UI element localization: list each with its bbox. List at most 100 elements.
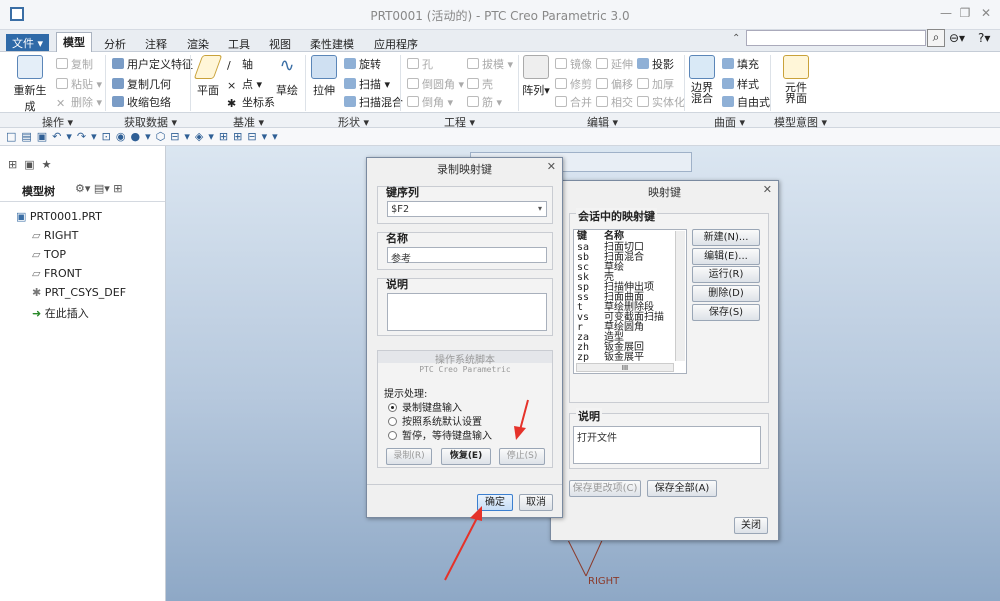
style-button[interactable]: 样式 xyxy=(722,76,759,92)
draft-button[interactable]: 拔模 ▾ xyxy=(467,56,513,72)
trim-button[interactable]: 修剪 xyxy=(555,76,592,92)
mapkey-list-group: 会话中的映射键 键 名称 sa 扫面切口 sb 扫面混合 sc 草绘 sk 壳 sp 扫描伸出项 s… xyxy=(569,208,769,403)
tab-model[interactable]: 模型 xyxy=(56,32,92,52)
mapkey-vscrollbar[interactable] xyxy=(675,231,685,361)
mapkey-list[interactable]: 键 名称 sa 扫面切口 sb 扫面混合 sc 草绘 sk 壳 sp 扫描伸出项 ss 扫面曲面 t 草绘… xyxy=(573,229,687,374)
restore-icon[interactable]: ❐ xyxy=(957,6,973,20)
name-input[interactable]: 参考 xyxy=(387,247,547,265)
copy-button[interactable]: 复制 xyxy=(56,56,93,72)
copy-icon xyxy=(56,58,68,69)
sketch-icon: ∿ xyxy=(279,55,295,76)
axis-button[interactable]: / 轴 xyxy=(227,56,253,72)
delete-button[interactable]: ✕ 删除 ▾ xyxy=(56,94,102,110)
description-textarea[interactable] xyxy=(387,293,547,331)
ribbon-group-labels: 操作 ▾ 获取数据 ▾ 基准 ▾ 形状 ▾ 工程 ▾ 编辑 ▾ 曲面 ▾ 模型意… xyxy=(0,112,1000,129)
pattern-button[interactable]: 阵列▾ xyxy=(522,55,550,98)
tab-annotate[interactable]: 注释 xyxy=(139,35,173,52)
swept-blend-button[interactable]: 扫描混合 xyxy=(344,94,403,110)
rib-button[interactable]: 筋 ▾ xyxy=(467,94,502,110)
extrude-icon xyxy=(311,55,337,79)
chamfer-button[interactable]: 倒角 ▾ xyxy=(407,94,453,110)
sweep-button[interactable]: 扫描 ▾ xyxy=(344,76,390,92)
merge-button[interactable]: 合并 xyxy=(555,94,592,110)
ptc-tab[interactable]: PTC Creo Parametric xyxy=(378,365,552,374)
mapkey-section-label: 会话中的映射键 xyxy=(576,208,657,224)
mapkey-row-key[interactable]: zp xyxy=(577,353,589,363)
save-changed-button[interactable]: 保存更改项(C) xyxy=(569,480,641,497)
revolve-button[interactable]: 旋转 xyxy=(344,56,381,72)
close-icon[interactable]: ✕ xyxy=(978,6,994,20)
intersect-button[interactable]: 相交 xyxy=(596,94,633,110)
sketch-button[interactable]: ∿ 草绘 xyxy=(273,55,301,98)
mapkey-desc-field[interactable]: 打开文件 xyxy=(573,426,761,464)
record-close-icon[interactable]: ✕ xyxy=(547,160,556,173)
plane-icon xyxy=(193,55,223,79)
help-icon[interactable]: ⊖▾ xyxy=(949,31,965,45)
extend-button[interactable]: 延伸 xyxy=(596,56,633,72)
mapkey-save-button[interactable]: 保存(S) xyxy=(692,304,760,321)
right-plane-label: RIGHT xyxy=(588,576,620,587)
freestyle-button[interactable]: 自由式 xyxy=(722,94,770,110)
tree-item-front[interactable]: ▱ FRONT xyxy=(32,267,82,280)
os-script-tab[interactable]: 操作系统脚本 xyxy=(378,351,552,366)
hole-icon xyxy=(407,58,419,69)
tab-tools[interactable]: 工具 xyxy=(222,35,256,52)
collapse-ribbon-icon[interactable]: ⌃ xyxy=(732,33,740,44)
tree-item-insert-here[interactable]: ➜ 在此插入 xyxy=(32,305,89,321)
hole-button[interactable]: 孔 xyxy=(407,56,433,72)
tab-render[interactable]: 渲染 xyxy=(181,35,215,52)
mapkey-delete-button[interactable]: 删除(D) xyxy=(692,285,760,302)
boundary-blend-button[interactable]: 边界混合 xyxy=(688,55,716,104)
tab-file[interactable]: 文件 ▾ xyxy=(6,34,50,51)
close-button[interactable]: 关闭 xyxy=(734,517,768,534)
mapkey-edit-button[interactable]: 编辑(E)... xyxy=(692,248,760,265)
panel-tab-icons[interactable]: ⊞ ▣ ★ xyxy=(8,158,68,178)
tab-view[interactable]: 视图 xyxy=(263,35,297,52)
shrinkwrap-button[interactable]: 收缩包络 xyxy=(112,94,171,110)
tree-item-right[interactable]: ▱ RIGHT xyxy=(32,229,78,242)
save-all-button[interactable]: 保存全部(A) xyxy=(647,480,717,497)
mapkey-hscrollbar[interactable]: III xyxy=(576,363,674,372)
record-button[interactable]: 录制(R) xyxy=(386,448,432,465)
solidify-button[interactable]: 实体化 xyxy=(637,94,685,110)
search-icon[interactable]: ⌕ xyxy=(927,29,945,47)
mirror-button[interactable]: 镜像 xyxy=(555,56,592,72)
help-menu-icon[interactable]: ?▾ xyxy=(978,31,990,45)
plane-icon: ▱ xyxy=(32,248,41,261)
point-button[interactable]: × 点 ▾ xyxy=(227,76,262,92)
chevron-down-icon[interactable]: ▾ xyxy=(534,202,546,216)
mapkey-close-icon[interactable]: ✕ xyxy=(763,183,772,196)
tree-item-csys[interactable]: ✱ PRT_CSYS_DEF xyxy=(32,286,126,299)
minimize-icon[interactable]: — xyxy=(938,6,954,20)
round-button[interactable]: 倒圆角 ▾ xyxy=(407,76,464,92)
csys-button[interactable]: ✱ 坐标系 xyxy=(227,94,275,110)
fill-button[interactable]: 填充 xyxy=(722,56,759,72)
paste-button[interactable]: 粘贴 ▾ xyxy=(56,76,102,92)
component-interface-button[interactable]: 元件界面 xyxy=(780,55,812,104)
plane-button[interactable]: 平面 xyxy=(193,55,223,98)
mapkey-run-button[interactable]: 运行(R) xyxy=(692,266,760,283)
mapkey-desc-label: 说明 xyxy=(576,408,602,424)
mapkey-row-name[interactable]: 钣金展平 xyxy=(604,353,644,363)
mapkey-dialog-title: 映射键 xyxy=(648,186,681,199)
tab-applications[interactable]: 应用程序 xyxy=(368,35,424,52)
offset-button[interactable]: 偏移 xyxy=(596,76,633,92)
tab-flexible-modeling[interactable]: 柔性建模 xyxy=(304,35,360,52)
tree-settings-icon[interactable]: ⚙▾ ▤▾ ⊞ xyxy=(75,182,123,195)
project-button[interactable]: 投影 xyxy=(637,56,674,72)
plane-icon: ▱ xyxy=(32,267,41,280)
search-input[interactable] xyxy=(746,30,926,46)
rib-icon xyxy=(467,96,479,107)
quick-access-icons[interactable]: □▤▣↶▾↷▾⊡◉●▾⬡⊟▾◈▾⊞⊞⊟▾▾ xyxy=(6,130,283,143)
tab-analysis[interactable]: 分析 xyxy=(98,35,132,52)
udf-button[interactable]: 用户定义特征 xyxy=(112,56,193,72)
shell-button[interactable]: 壳 xyxy=(467,76,493,92)
regenerate-button[interactable]: 重新生成 xyxy=(10,55,50,114)
thicken-button[interactable]: 加厚 xyxy=(637,76,674,92)
copy-geometry-button[interactable]: 复制几何 xyxy=(112,76,171,92)
mapkey-new-button[interactable]: 新建(N)... xyxy=(692,229,760,246)
extrude-button[interactable]: 拉伸 xyxy=(309,55,339,98)
tree-item-top[interactable]: ▱ TOP xyxy=(32,248,66,261)
tree-item-part[interactable]: ▣ PRT0001.PRT xyxy=(16,210,102,223)
key-sequence-input[interactable]: $F2 xyxy=(387,201,547,217)
